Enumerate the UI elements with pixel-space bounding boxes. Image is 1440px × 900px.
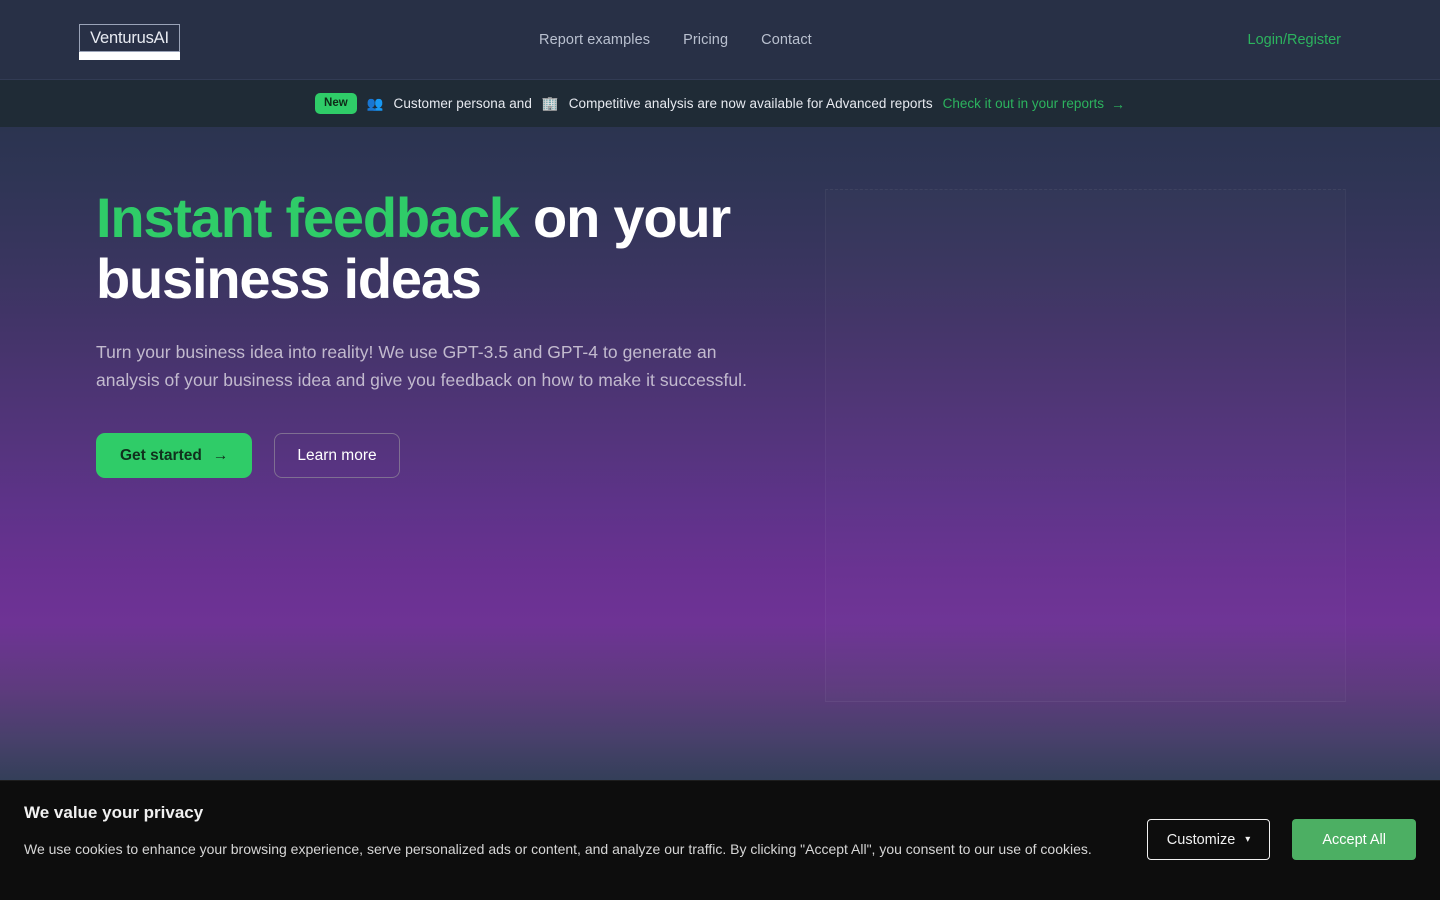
- page-title: Instant feedback on your business ideas: [96, 187, 796, 309]
- get-started-button[interactable]: Get started →: [96, 433, 253, 478]
- announcement-cta-link[interactable]: Check it out in your reports →: [943, 96, 1125, 111]
- hero-media-placeholder: [825, 189, 1346, 702]
- page-root: VenturusAI Report examples Pricing Conta…: [0, 0, 1440, 900]
- logo-text: VenturusAI: [90, 28, 169, 47]
- accept-all-button[interactable]: Accept All: [1292, 819, 1416, 860]
- nav-item-report-examples[interactable]: Report examples: [539, 32, 650, 48]
- get-started-label: Get started: [120, 446, 202, 464]
- announcement-cta-label: Check it out in your reports: [942, 96, 1104, 111]
- arrow-right-icon: →: [212, 446, 229, 464]
- site-header: VenturusAI Report examples Pricing Conta…: [0, 0, 1440, 80]
- arrow-right-icon: →: [1110, 95, 1125, 112]
- status-badge: New: [315, 93, 357, 114]
- auth-area: Login/Register: [1248, 0, 1342, 80]
- announcement-text-after: Competitive analysis are now available f…: [568, 96, 933, 111]
- logo-underbar: [79, 52, 180, 60]
- cookie-banner-body: We use cookies to enhance your browsing …: [24, 841, 1092, 857]
- hero-section: Instant feedback on your business ideas …: [0, 127, 1440, 780]
- hero-content: Instant feedback on your business ideas …: [96, 187, 796, 478]
- announcement-banner: New 👥 Customer persona and 🏢 Competitive…: [0, 80, 1440, 127]
- chevron-down-icon: ▾: [1245, 833, 1251, 845]
- customize-button[interactable]: Customize ▾: [1146, 819, 1271, 860]
- hero-title-highlight: Instant feedback: [96, 186, 520, 249]
- hero-subtitle: Turn your business idea into reality! We…: [96, 342, 747, 390]
- nav-item-pricing[interactable]: Pricing: [683, 32, 728, 48]
- learn-more-button[interactable]: Learn more: [274, 433, 400, 478]
- logo-box: VenturusAI: [79, 24, 180, 52]
- customize-label: Customize: [1166, 831, 1236, 848]
- cookie-banner-title: We value your privacy: [24, 803, 204, 822]
- cookie-banner-actions: Customize ▾ Accept All: [1146, 819, 1416, 860]
- announcement-emoji-persona: 👥: [366, 95, 384, 111]
- primary-nav: Report examples Pricing Contact: [539, 0, 812, 80]
- announcement-text-before: Customer persona and: [393, 96, 532, 111]
- nav-item-contact[interactable]: Contact: [761, 32, 812, 48]
- login-register-link[interactable]: Login/Register: [1248, 32, 1342, 48]
- hero-cta-row: Get started → Learn more: [96, 433, 796, 478]
- site-logo[interactable]: VenturusAI: [79, 24, 180, 60]
- announcement-emoji-building: 🏢: [541, 95, 559, 111]
- cookie-consent-banner: We value your privacy We use cookies to …: [0, 780, 1440, 900]
- press-logo-strip: P Product Hunt BetaList THIS WEEK IN STA…: [0, 652, 1440, 780]
